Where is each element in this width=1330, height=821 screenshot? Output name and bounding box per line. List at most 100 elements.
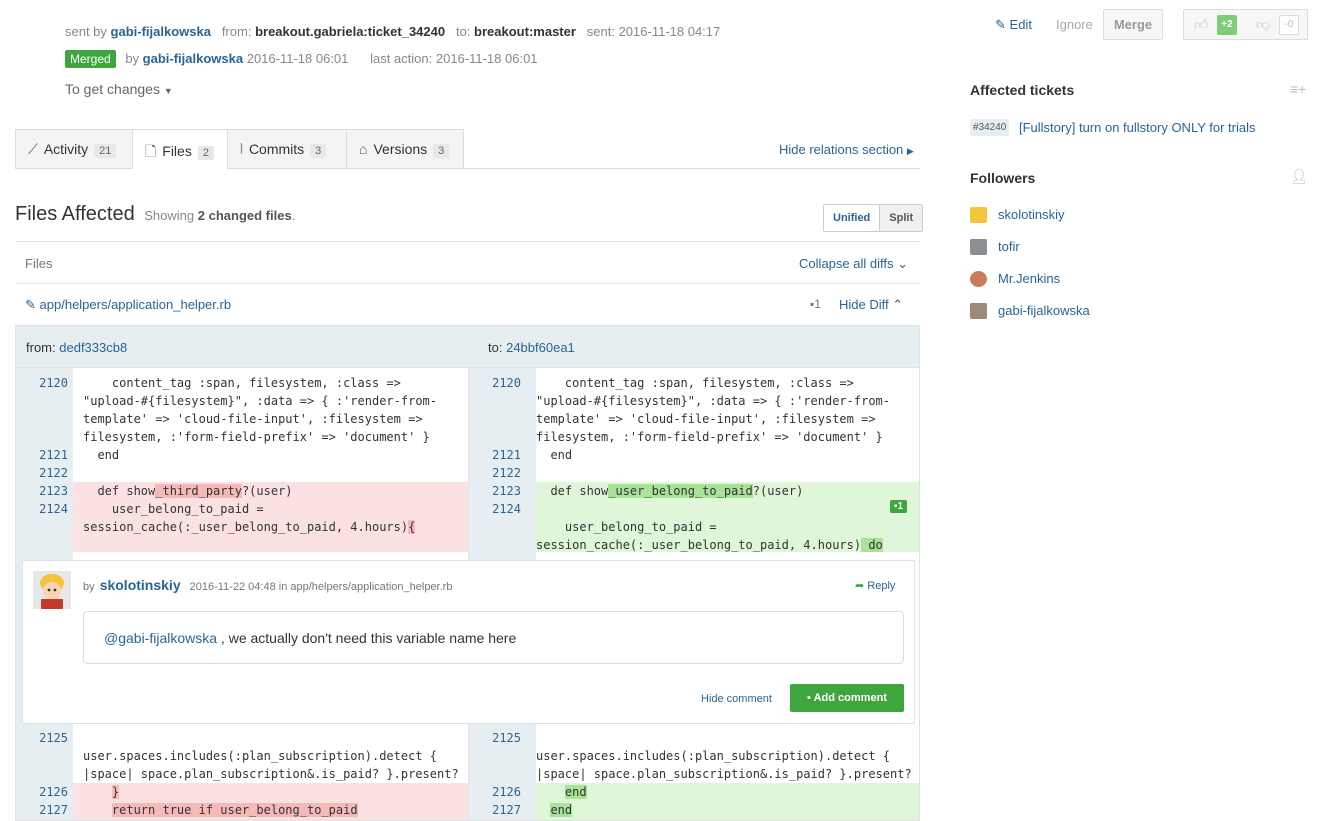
files-header: Files Collapse all diffs ⌄ bbox=[15, 241, 920, 284]
code-line: end bbox=[83, 448, 120, 462]
ticket-id-badge[interactable]: #34240 bbox=[970, 119, 1010, 136]
code-line: end bbox=[536, 448, 573, 462]
line-number[interactable]: 2121 bbox=[28, 448, 68, 462]
line-number[interactable]: 2127 bbox=[481, 803, 521, 817]
split-view-button[interactable]: Split bbox=[880, 205, 923, 231]
unified-view-button[interactable]: Unified bbox=[824, 205, 881, 231]
file-comment-count: ▪1 bbox=[810, 297, 821, 311]
code-line-deleted: def show_third_party?(user) bbox=[83, 484, 293, 498]
merged-date: 2016-11-18 06:01 bbox=[246, 51, 349, 66]
tab-versions[interactable]: ⌂ Versions 3 bbox=[346, 129, 464, 169]
edit-file-icon: ✎ bbox=[25, 297, 36, 312]
diff-view-toggle: Unified Split bbox=[823, 204, 924, 232]
tags-icon: ⌂ bbox=[359, 141, 368, 157]
caret-right-icon: ▶ bbox=[906, 146, 914, 156]
code-line-deleted: return true if user_belong_to_paid bbox=[111, 803, 358, 817]
files-affected-heading: Files Affected Showing 2 changed files. bbox=[15, 203, 296, 225]
line-number[interactable]: 2126 bbox=[28, 785, 68, 799]
thumbs-up-icon[interactable]: 👍︎ bbox=[1194, 16, 1209, 33]
status-badge: Merged bbox=[65, 50, 116, 68]
edit-button[interactable]: ✎ Edit bbox=[995, 17, 1032, 33]
tab-commits[interactable]: ⦚ Commits 3 bbox=[227, 129, 347, 169]
code-line: user.spaces.includes(:plan_subscription)… bbox=[83, 749, 459, 781]
followers-heading: Followers bbox=[970, 170, 1036, 186]
merged-by-link[interactable]: gabi-fijalkowska bbox=[143, 51, 243, 66]
comment-meta: by skolotinskiy 2016-11-22 04:48 in app/… bbox=[83, 577, 453, 593]
get-changes-dropdown[interactable]: To get changes ▼ bbox=[65, 81, 173, 97]
diff-to: to: 24bbf60ea1 bbox=[488, 340, 575, 355]
file-link[interactable]: ✎ app/helpers/application_helper.rb bbox=[25, 297, 231, 313]
tab-activity[interactable]: ⟋ Activity 21 bbox=[15, 129, 133, 169]
commit-icon: ⦚ bbox=[240, 141, 243, 157]
added-block bbox=[536, 783, 919, 820]
comment-icon: ▪ bbox=[807, 692, 811, 704]
avatar bbox=[970, 303, 987, 319]
line-number[interactable]: 2124 bbox=[28, 502, 68, 516]
chevron-down-icon: ⌄ bbox=[897, 256, 908, 271]
code-line: content_tag :span, filesystem, :class =>… bbox=[83, 376, 438, 444]
ticket-link[interactable]: [Fullstory] turn on fullstory ONLY for t… bbox=[1019, 120, 1255, 135]
line-number[interactable]: 2127 bbox=[28, 803, 68, 817]
hide-comment-link[interactable]: Hide comment bbox=[701, 693, 772, 705]
line-number[interactable]: 2126 bbox=[481, 785, 521, 799]
user-mention[interactable]: @gabi-fijalkowska bbox=[104, 630, 217, 646]
upvote-count: +2 bbox=[1217, 15, 1237, 35]
collapse-all-diffs-link[interactable]: Collapse all diffs ⌄ bbox=[799, 256, 908, 272]
ignore-button[interactable]: Ignore bbox=[1056, 17, 1093, 32]
last-action-date: 2016-11-18 06:01 bbox=[435, 51, 538, 66]
diff-header: from: dedf333cb8 to: 24bbf60ea1 bbox=[16, 326, 919, 368]
line-number[interactable]: 2121 bbox=[481, 448, 521, 462]
diff-from: from: dedf333cb8 bbox=[26, 340, 128, 355]
code-line-deleted: user_belong_to_paid = session_cache(:_us… bbox=[83, 502, 416, 534]
add-comment-button[interactable]: ▪ Add comment bbox=[790, 684, 904, 712]
file-row: ✎ app/helpers/application_helper.rb ▪1 H… bbox=[15, 284, 920, 325]
downvote-count: -0 bbox=[1279, 15, 1299, 35]
line-number[interactable]: 2122 bbox=[28, 466, 68, 480]
code-line-deleted: } bbox=[111, 785, 120, 799]
avatar bbox=[970, 207, 987, 223]
thumbs-down-icon[interactable]: 👎︎ bbox=[1256, 16, 1270, 33]
avatar bbox=[970, 271, 987, 287]
code-line: user.spaces.includes(:plan_subscription)… bbox=[536, 749, 912, 781]
line-number[interactable]: 2125 bbox=[481, 731, 521, 745]
line-number[interactable]: 2120 bbox=[481, 376, 521, 390]
avatar[interactable] bbox=[33, 571, 71, 609]
source-branch: breakout.gabriela:ticket_34240 bbox=[255, 24, 446, 39]
line-number[interactable]: 2120 bbox=[28, 376, 68, 390]
line-number[interactable]: 2124 bbox=[481, 502, 521, 516]
line-number[interactable]: 2125 bbox=[28, 731, 68, 745]
avatar-image bbox=[33, 571, 71, 609]
comment-timestamp: 2016-11-22 04:48 in app/helpers/applicat… bbox=[189, 581, 453, 593]
line-comment-badge[interactable]: ▪1 bbox=[890, 500, 908, 513]
add-ticket-icon[interactable]: ≡+ bbox=[1290, 81, 1306, 97]
merge-status-line: Merged by gabi-fijalkowska 2016-11-18 06… bbox=[65, 50, 538, 68]
sent-date: 2016-11-18 04:17 bbox=[618, 24, 721, 39]
hide-relations-link[interactable]: Hide relations section ▶ bbox=[779, 142, 914, 157]
pr-meta-line: sent by gabi-fijalkowska from: breakout.… bbox=[65, 24, 721, 39]
inline-comment: by skolotinskiy 2016-11-22 04:48 in app/… bbox=[22, 560, 915, 724]
line-number[interactable]: 2123 bbox=[28, 484, 68, 498]
add-follower-icon[interactable]: 👤︎ bbox=[1290, 168, 1308, 185]
to-revision-link[interactable]: 24bbf60ea1 bbox=[506, 340, 575, 355]
sender-link[interactable]: gabi-fijalkowska bbox=[111, 24, 211, 39]
diff-view: from: dedf333cb8 to: 24bbf60ea1 2120 con… bbox=[15, 325, 920, 821]
tab-files[interactable]: 🗋 Files 2 bbox=[132, 129, 228, 169]
hide-diff-link[interactable]: Hide Diff ⌃ bbox=[839, 297, 903, 313]
line-number[interactable]: 2122 bbox=[481, 466, 521, 480]
from-revision-link[interactable]: dedf333cb8 bbox=[59, 340, 127, 355]
code-line-added: def show_user_belong_to_paid?(user) bbox=[536, 484, 804, 498]
chevron-up-icon: ⌃ bbox=[892, 297, 904, 312]
merge-button[interactable]: Merge bbox=[1103, 9, 1163, 40]
reply-button[interactable]: ➦ Reply bbox=[855, 579, 895, 592]
code-line-added: end bbox=[564, 785, 587, 799]
code-line-added: user_belong_to_paid = session_cache(:_us… bbox=[536, 520, 883, 552]
pencil-icon: ✎ bbox=[995, 17, 1006, 32]
code-line: content_tag :span, filesystem, :class =>… bbox=[536, 376, 891, 444]
affected-tickets-heading: Affected tickets bbox=[970, 82, 1075, 98]
file-icon: 🗋 bbox=[145, 143, 157, 159]
files-label: Files bbox=[25, 256, 53, 271]
target-branch: breakout:master bbox=[474, 24, 576, 39]
comment-author-link[interactable]: skolotinskiy bbox=[100, 577, 181, 593]
comment-body: @gabi-fijalkowska , we actually don't ne… bbox=[83, 611, 904, 664]
line-number[interactable]: 2123 bbox=[481, 484, 521, 498]
